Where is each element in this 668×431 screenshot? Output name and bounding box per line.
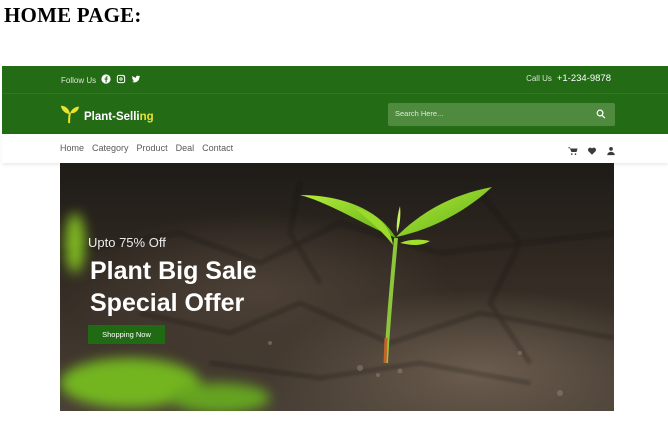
search-box[interactable]: Search Here... [388,103,615,126]
search-icon[interactable] [595,107,609,121]
hero-title-line-1: Plant Big Sale [90,257,257,285]
sprout-logo-icon [60,105,80,124]
hero-title: Plant Big Sale Special Offer [90,255,257,319]
hero-title-line-2: Special Offer [90,289,245,317]
main-nav: Home Category Product Deal Contact [2,134,668,163]
instagram-icon[interactable] [116,74,126,86]
phone-number[interactable]: +1-234-9878 [557,73,611,84]
user-icon[interactable] [606,143,616,161]
hero-banner: Upto 75% Off Plant Big Sale Special Offe… [60,163,614,411]
call-us: Call Us +1-234-9878 [526,73,611,84]
nav-item-product[interactable]: Product [137,143,168,153]
top-bar: Follow Us Call Us +1-234-9878 [2,66,668,93]
nav-item-category[interactable]: Category [92,143,129,153]
shopping-now-button[interactable]: Shopping Now [88,325,165,344]
nav-item-home[interactable]: Home [60,143,84,153]
cart-icon[interactable] [568,143,578,161]
hero-subtitle: Upto 75% Off [88,235,166,250]
call-label: Call Us [526,74,552,83]
follow-label: Follow Us [61,75,97,85]
brand-bar: Plant-Selling Search Here... [2,93,668,134]
follow-us: Follow Us [61,74,141,86]
document-heading: HOME PAGE: [4,3,142,27]
facebook-icon[interactable] [101,74,111,86]
nav-item-deal[interactable]: Deal [176,143,195,153]
nav-links: Home Category Product Deal Contact [60,143,233,153]
logo[interactable]: Plant-Selling [59,103,154,125]
nav-item-contact[interactable]: Contact [202,143,233,153]
heart-icon[interactable] [587,143,597,161]
search-input[interactable]: Search Here... [395,109,443,118]
nav-icons [568,143,616,161]
brand-name: Plant-Selling [84,111,154,123]
twitter-icon[interactable] [131,74,141,86]
